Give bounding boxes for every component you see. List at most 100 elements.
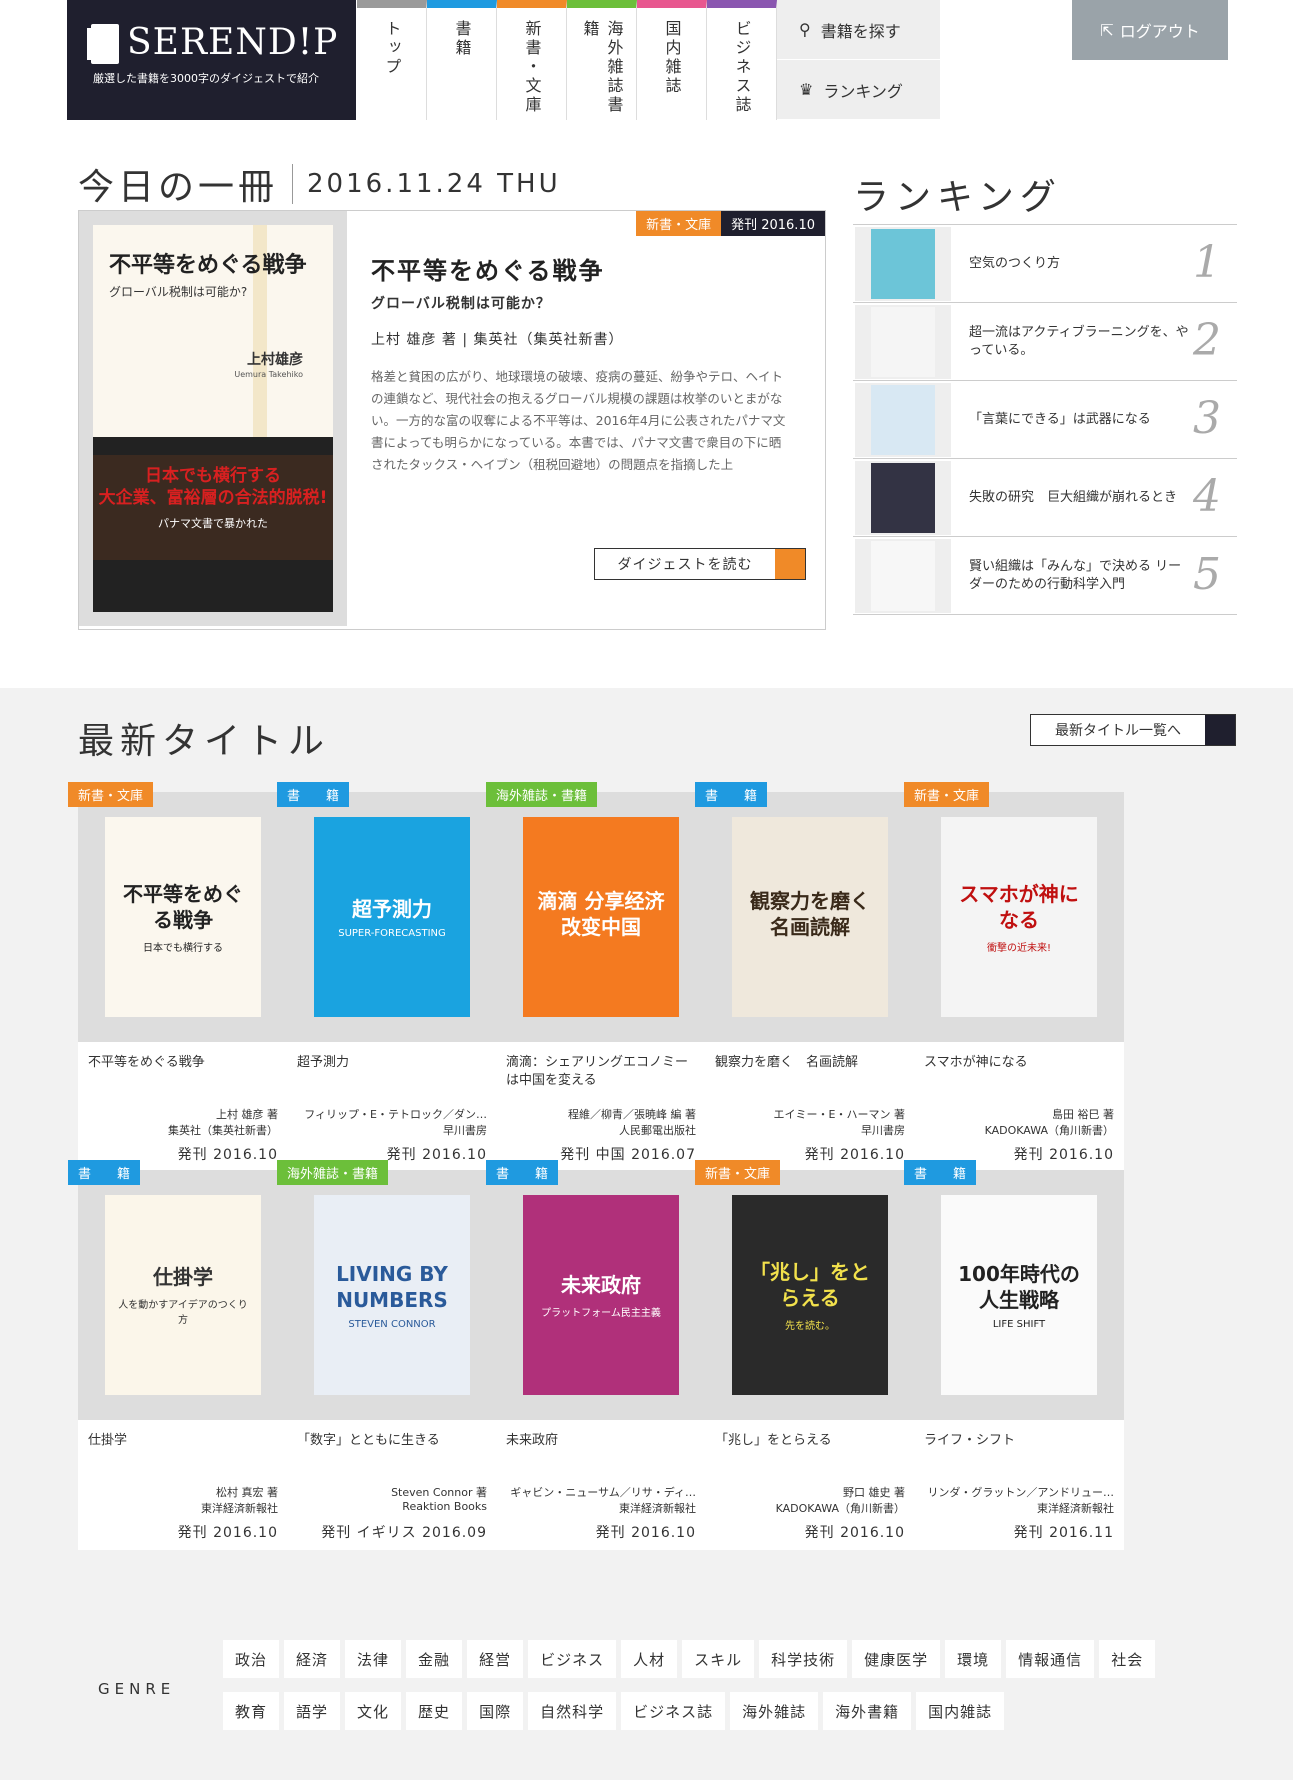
- cover-subtitle: 日本でも横行する: [143, 942, 223, 954]
- book-card[interactable]: 不平等をめぐる戦争 日本でも横行する 新書・文庫 不平等をめぐる戦争 上村 雄彦 著集英…: [68, 782, 288, 1172]
- book-card[interactable]: 100年時代の人生戦略 LIFE SHIFT 書 籍ライフ・シフト リンダ・グラットン…: [904, 1160, 1124, 1550]
- book-card[interactable]: 仕掛学 人を動かすアイデアのつくり方書 籍仕掛学 松村 真宏 著東洋経済新報社 発刊 …: [68, 1160, 288, 1550]
- book-author: 野口 雄史 著: [843, 1486, 905, 1499]
- genre-tag[interactable]: 環境: [945, 1640, 1002, 1678]
- ranking-item[interactable]: 空気のつくり方 1: [853, 225, 1237, 303]
- logo-tagline: 厳選した書籍を3000字のダイジェストで紹介: [93, 72, 319, 85]
- book-cover-area: 未来政府 プラットフォーム民主主義: [496, 1170, 706, 1420]
- genre-tag[interactable]: 文化: [345, 1692, 402, 1730]
- ranking-title: 超一流はアクティブラーニングを、やっている。: [969, 324, 1189, 358]
- book-publisher: KADOKAWA（角川新書）: [775, 1502, 905, 1515]
- ranking-number: 4: [1193, 471, 1221, 522]
- nav-business-magazines[interactable]: ビジネス誌: [707, 0, 777, 120]
- ranking-title: 賢い組織は「みんな」で決める リーダーのための行動科学入門: [969, 558, 1182, 592]
- genre-tag[interactable]: スキル: [682, 1640, 755, 1678]
- book-author: Steven Connor 著: [391, 1486, 487, 1499]
- nav-shinsho[interactable]: 新書・文庫: [497, 0, 567, 120]
- book-cover-area: 不平等をめぐる戦争 日本でも横行する: [78, 792, 288, 1042]
- genre-tag[interactable]: 教育: [223, 1692, 280, 1730]
- latest-heading: 最新タイトル: [78, 721, 331, 762]
- latest-all-label: 最新タイトル一覧へ: [1055, 723, 1181, 739]
- book-card[interactable]: 観察力を磨く 名画読解 書 籍観察力を磨く 名画読解 エイミー・E・ハーマン 著早川…: [695, 782, 915, 1172]
- cover-subtitle: SUPER-FORECASTING: [338, 927, 446, 939]
- nav-foreign[interactable]: 海外雑誌書籍: [567, 0, 637, 120]
- featured-title[interactable]: 不平等をめぐる戦争: [371, 251, 605, 286]
- crown-icon: ♛: [799, 80, 814, 99]
- ranking-item[interactable]: 超一流はアクティブラーニングを、やっている。 2: [853, 303, 1237, 381]
- book-cover: 未来政府 プラットフォーム民主主義: [523, 1195, 679, 1395]
- book-cover: 100年時代の人生戦略 LIFE SHIFT: [941, 1195, 1097, 1395]
- genre-tag[interactable]: 経済: [284, 1640, 341, 1678]
- cover-title: 滴滴 分享经济改变中国: [537, 889, 665, 939]
- book-publisher: 東洋経済新報社: [619, 1502, 696, 1515]
- book-cover: 仕掛学 人を動かすアイデアのつくり方: [105, 1195, 261, 1395]
- book-cover-area: 超予測力 SUPER-FORECASTING: [287, 792, 497, 1042]
- today-date: 2016.11.24 THU: [307, 169, 561, 199]
- site-logo[interactable]: SEREND!P 厳選した書籍を3000字のダイジェストで紹介: [67, 0, 356, 120]
- category-badge: 書 籍: [486, 1160, 559, 1185]
- cover-band-line3: パナマ文書で暴かれた: [158, 517, 268, 530]
- latest-all-button[interactable]: 最新タイトル一覧へ: [1030, 714, 1236, 746]
- book-cover: 観察力を磨く 名画読解: [732, 817, 888, 1017]
- genre-tag[interactable]: 経営: [467, 1640, 524, 1678]
- featured-book-cover[interactable]: 不平等をめぐる戦争 グローバル税制は可能か? 上村雄彦 Uemura Takeh…: [79, 211, 347, 626]
- featured-book-card: 不平等をめぐる戦争 グローバル税制は可能か? 上村雄彦 Uemura Takeh…: [78, 210, 826, 630]
- book-card[interactable]: 未来政府 プラットフォーム民主主義書 籍未来政府 ギャビン・ニューサム／リサ・ディ……: [486, 1160, 706, 1550]
- genre-tag[interactable]: 人材: [621, 1640, 678, 1678]
- book-author: フィリップ・E・テトロック／ダン…: [304, 1108, 487, 1121]
- ranking-heading: ランキング: [853, 177, 1062, 218]
- cover-title: 100年時代の人生戦略: [958, 1261, 1080, 1312]
- cover-subtitle: 衝撃の近未来!: [986, 942, 1051, 954]
- book-cover: LIVING BY NUMBERS STEVEN CONNOR: [314, 1195, 470, 1395]
- logout-button[interactable]: ⇱ ログアウト: [1072, 0, 1228, 60]
- genre-tag[interactable]: 国際: [467, 1692, 524, 1730]
- book-card[interactable]: 「兆し」をとらえる 先を読む。 新書・文庫 「兆し」をとらえる 野口 雄史 著 KADOK…: [695, 1160, 915, 1550]
- featured-subtitle: グローバル税制は可能か？: [371, 296, 551, 312]
- genre-tag[interactable]: 法律: [345, 1640, 402, 1678]
- ranking-nav-button[interactable]: ♛ ランキング: [777, 60, 940, 120]
- book-author: 上村 雄彦 著: [216, 1108, 278, 1121]
- book-card[interactable]: スマホが神になる 衝撃の近未来! 新書・文庫 スマホが神になる 島田 裕巳 著 KADOK…: [904, 782, 1124, 1172]
- book-card[interactable]: 滴滴 分享经济改变中国 海外雑誌・書籍 滴滴：シェアリングエコノミーは中国を変える程…: [486, 782, 706, 1172]
- genre-tag[interactable]: 語学: [284, 1692, 341, 1730]
- ranking-title: 失敗の研究 巨大組織が崩れるとき: [969, 489, 1178, 505]
- genre-tag[interactable]: 自然科学: [528, 1692, 617, 1730]
- ranking-nav-label: ランキング: [823, 81, 903, 101]
- search-books-label: 書籍を探す: [820, 21, 901, 41]
- ranking-thumbnail: [855, 538, 951, 613]
- book-cover-area: 「兆し」をとらえる 先を読む。: [705, 1170, 915, 1420]
- book-title: 滴滴：シェアリングエコノミーは中国を変える: [506, 1055, 689, 1088]
- genre-tag[interactable]: 社会: [1099, 1640, 1156, 1678]
- genre-tag[interactable]: 海外雑誌: [730, 1692, 819, 1730]
- ranking-item[interactable]: 賢い組織は「みんな」で決める リーダーのための行動科学入門 5: [853, 537, 1237, 615]
- nav-books[interactable]: 書籍: [427, 0, 497, 120]
- nav-domestic-magazines[interactable]: 国内雑誌: [637, 0, 707, 120]
- genre-tag[interactable]: 科学技術: [759, 1640, 848, 1678]
- ranking-number: 3: [1193, 393, 1221, 444]
- genre-tag[interactable]: 金融: [406, 1640, 463, 1678]
- ranking-number: 5: [1193, 549, 1221, 600]
- book-publisher: 早川書房: [861, 1124, 905, 1137]
- genre-tag[interactable]: ビジネス誌: [621, 1692, 726, 1730]
- search-books-button[interactable]: ⚲ 書籍を探す: [777, 0, 940, 60]
- genre-tag[interactable]: 歴史: [406, 1692, 463, 1730]
- genre-tag[interactable]: 健康医学: [852, 1640, 941, 1678]
- ranking-item[interactable]: 失敗の研究 巨大組織が崩れるとき 4: [853, 459, 1237, 537]
- book-cover-area: 滴滴 分享经济改变中国: [496, 792, 706, 1042]
- cover-subtitle: プラットフォーム民主主義: [541, 1307, 661, 1319]
- nav-label: ビジネス誌: [732, 20, 752, 115]
- genre-tag[interactable]: 政治: [223, 1640, 280, 1678]
- book-card[interactable]: 超予測力 SUPER-FORECASTING 書 籍超予測力 フィリップ・E・テトロッ…: [277, 782, 497, 1172]
- genre-tag[interactable]: 情報通信: [1006, 1640, 1095, 1678]
- book-card[interactable]: LIVING BY NUMBERS STEVEN CONNOR 海外雑誌・書籍 「数字…: [277, 1160, 497, 1550]
- cover-author: 上村雄彦: [247, 352, 303, 368]
- genre-tag[interactable]: 海外書籍: [823, 1692, 912, 1730]
- cover-title: 不平等をめぐる戦争: [109, 253, 307, 278]
- ranking-item[interactable]: 「言葉にできる」は武器になる 3: [853, 381, 1237, 459]
- nav-top[interactable]: トップ: [357, 0, 427, 120]
- read-digest-button[interactable]: ダイジェストを読む: [594, 548, 806, 580]
- logo-title: SEREND!P: [127, 22, 339, 63]
- genre-tag[interactable]: ビジネス: [528, 1640, 617, 1678]
- genre-tag[interactable]: 国内雑誌: [916, 1692, 1005, 1730]
- cover-subtitle: グローバル税制は可能か?: [109, 285, 248, 299]
